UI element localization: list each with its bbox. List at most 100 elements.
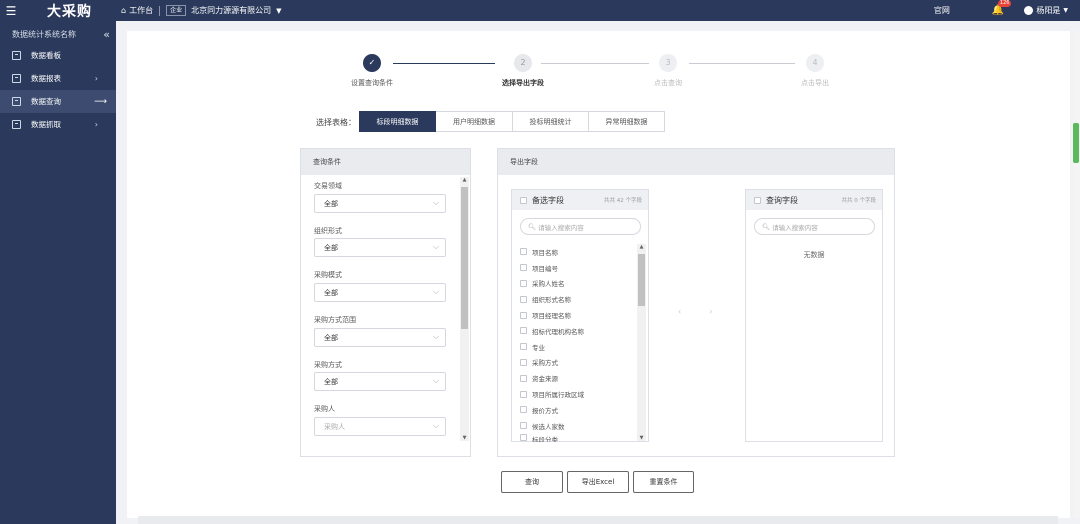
query-button[interactable]: 查询 [501,471,563,493]
collapse-icon[interactable]: « [103,28,110,41]
list-item[interactable]: 采购人姓名 [520,276,584,292]
step-3: 3 点击查询 [628,54,708,88]
selected-search-input[interactable]: 🔍︎ 请输入搜索内容 [754,218,875,235]
checkbox[interactable] [520,295,527,303]
condition-label: 组织形式 [314,227,342,235]
tab-user-detail[interactable]: 用户明细数据 [436,111,513,132]
official-site-link[interactable]: 官网 [934,5,950,16]
crawl-icon [12,120,21,129]
list-item[interactable]: 报价方式 [520,402,584,418]
select-all-checkbox[interactable] [520,196,527,204]
list-item[interactable]: 项目编号 [520,260,584,276]
select-value: 全部 [324,377,338,386]
sidebar-item-query[interactable]: 数据查询 ⟶ [0,90,116,113]
chevron-down-icon: ⌵ [432,242,439,251]
list-item[interactable]: 标段分类 [520,433,584,442]
list-item[interactable]: 项目经理名称 [520,307,584,323]
checkbox[interactable] [520,374,527,382]
checkbox[interactable] [520,311,527,319]
procurement-method-select[interactable]: 全部 ⌵ [314,372,446,391]
sidebar: 数据统计系统名称 « 数据看板 数据报表 › 数据查询 ⟶ 数据抓取 › [0,21,116,524]
organization-form-select[interactable]: 全部 ⌵ [314,238,446,257]
checkbox[interactable] [520,343,527,351]
sidebar-item-reports[interactable]: 数据报表 › [0,67,116,90]
scroll-up-icon[interactable]: ▲ [460,177,469,183]
transfer-controls: ‹ › [678,307,712,316]
trade-domain-select[interactable]: 全部 ⌵ [314,194,446,213]
table-tabs: 标段明细数据 用户明细数据 投标明细统计 异常明细数据 [359,111,665,132]
procurement-method-range-select[interactable]: 全部 ⌵ [314,328,446,347]
scroll-down-icon[interactable]: ▼ [460,435,469,441]
user-name: 杨阳是 [1036,6,1061,15]
app-logo[interactable]: 大采购 [22,1,117,21]
step-label: 点击导出 [801,79,829,87]
field-name: 候选人家数 [532,422,565,431]
conditions-scrollbar[interactable]: ▲ ▼ [460,177,469,441]
reset-conditions-button[interactable]: 重置条件 [633,471,694,493]
list-item[interactable]: 项目名称 [520,244,584,260]
select-value: 全部 [324,333,338,342]
select-placeholder: 采购人 [324,422,345,431]
tab-bid-stats[interactable]: 投标明细统计 [513,111,589,132]
available-fields-header: 备选字段 共共 42 个字段 [512,190,648,210]
page-scroll-thumb[interactable] [1073,123,1079,163]
notification-button[interactable]: 🔔 126 [992,0,1012,16]
sidebar-item-dashboard[interactable]: 数据看板 [0,44,116,67]
list-item[interactable]: 专业 [520,339,584,355]
list-item[interactable]: 资金来源 [520,370,584,386]
workbench-link[interactable]: ⌂ 工作台 [121,5,153,16]
list-item[interactable]: 项目所属行政区域 [520,386,584,402]
search-icon: 🔍︎ [762,222,771,231]
page-scrollbar[interactable] [1073,31,1080,518]
scroll-thumb[interactable] [638,254,645,306]
export-excel-button[interactable]: 导出Excel [567,471,629,493]
available-fields-title: 备选字段 [532,195,564,205]
checkbox[interactable] [520,406,527,414]
selected-fields-box: 查询字段 共共 0 个字段 🔍︎ 请输入搜索内容 无数据 [745,189,883,442]
list-item[interactable]: 组织形式名称 [520,291,584,307]
checkbox[interactable] [520,433,527,441]
sidebar-item-label: 数据报表 [31,74,61,83]
sidebar-item-label: 数据看板 [31,51,61,60]
list-item[interactable]: 招标代理机构名称 [520,323,584,339]
sidebar-item-label: 数据抓取 [31,120,61,129]
table-selector-label: 选择表格： [316,118,356,127]
menu-icon[interactable]: ☰ [0,4,22,18]
checkbox[interactable] [520,422,527,430]
select-all-checkbox[interactable] [754,196,761,204]
export-fields-panel: 导出字段 备选字段 共共 42 个字段 🔍︎ 请输入搜索内容 项目名称 项目编号… [497,148,895,457]
workbench-label: 工作台 [129,6,154,15]
system-title: 数据统计系统名称 [12,29,76,39]
scroll-thumb[interactable] [461,187,468,329]
field-name: 项目经理名称 [532,312,571,321]
list-item[interactable]: 候选人家数 [520,418,584,434]
condition-label: 采购方式 [314,361,342,369]
move-left-icon[interactable]: ‹ [678,307,681,316]
user-menu[interactable]: 杨阳是 ▼ [1024,5,1068,16]
checkbox[interactable] [520,358,527,366]
scroll-up-icon[interactable]: ▲ [637,244,646,250]
step-circle: 2 [514,54,532,72]
procurement-mode-select[interactable]: 全部 ⌵ [314,283,446,302]
list-item[interactable]: 采购方式 [520,355,584,371]
field-name: 项目编号 [532,264,558,273]
checkbox[interactable] [520,390,527,398]
available-fields-scrollbar[interactable]: ▲ ▼ [637,244,646,441]
tab-section-detail[interactable]: 标段明细数据 [359,111,436,132]
company-switcher[interactable]: 北京同力源源有限公司 [191,5,271,16]
field-name: 采购方式 [532,359,558,368]
sidebar-item-crawl[interactable]: 数据抓取 › [0,113,116,136]
scroll-down-icon[interactable]: ▼ [637,435,646,441]
chevron-down-icon: ▼ [1063,7,1068,14]
checkbox[interactable] [520,264,527,272]
query-icon [12,97,21,106]
checkbox[interactable] [520,248,527,256]
tab-anomaly-detail[interactable]: 异常明细数据 [589,111,665,132]
checkbox[interactable] [520,279,527,287]
field-name: 项目所属行政区域 [532,391,584,400]
checkbox[interactable] [520,327,527,335]
available-search-input[interactable]: 🔍︎ 请输入搜索内容 [520,218,641,235]
chevron-down-icon[interactable]: ▼ [276,7,281,15]
purchaser-select[interactable]: 采购人 ⌵ [314,417,446,436]
move-right-icon[interactable]: › [709,307,712,316]
